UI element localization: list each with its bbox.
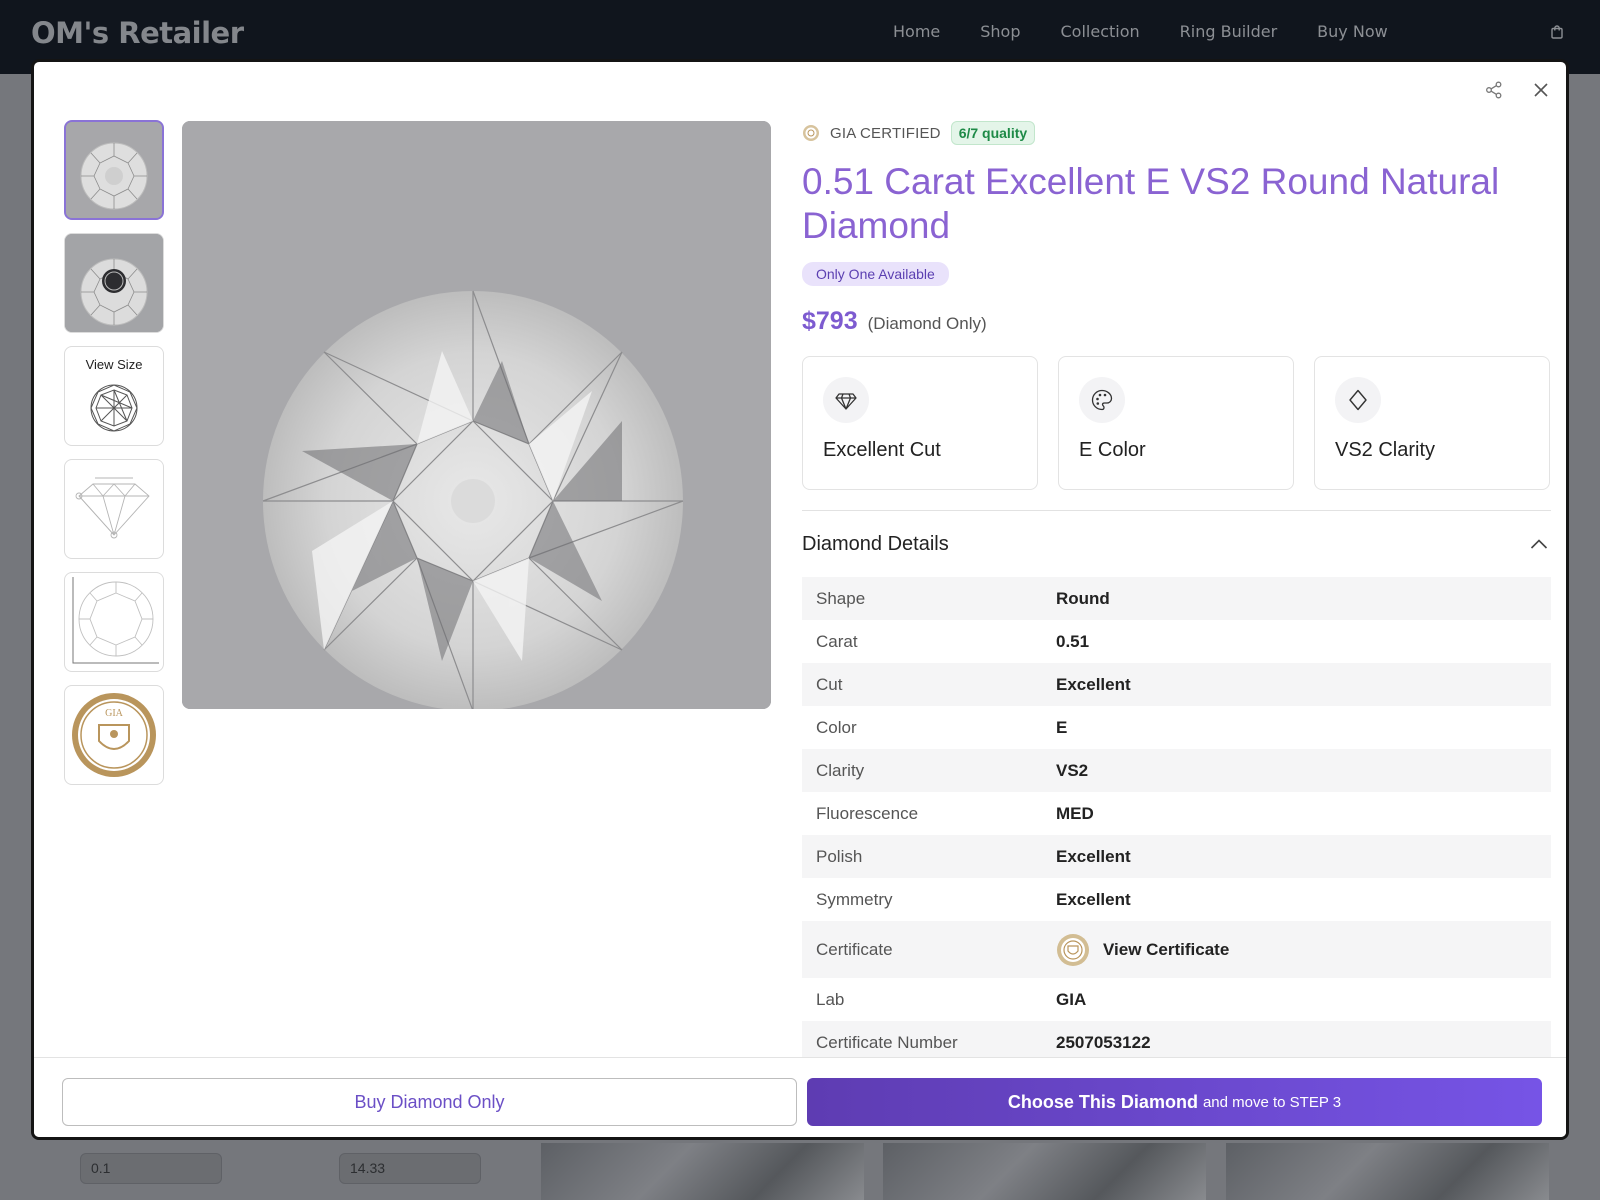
row-value: Round [1056,588,1110,608]
certificate-seal-icon [1057,933,1089,966]
price-note: (Diamond Only) [867,314,987,333]
spec-card-clarity: VS2 Clarity [1314,356,1550,490]
choose-diamond-button[interactable]: Choose This Diamond and move to STEP 3 [807,1078,1542,1126]
thumbnail-gia-certificate[interactable]: GIA [64,685,164,785]
row-label: Shape [816,588,866,608]
certification-line: GIA CERTIFIED 6/7 quality [802,121,1551,145]
nav-home[interactable]: Home [893,22,940,41]
details-row-polish: Polish Excellent [802,835,1551,878]
row-value: 0.51 [1056,631,1090,651]
details-row-shape: Shape Round [802,577,1551,620]
diamond-side-profile-icon [75,477,150,539]
row-value: Excellent [1056,846,1131,866]
row-label: Cut [816,674,843,694]
row-value: MED [1056,803,1094,823]
thumbnail-diamond-360-video[interactable] [64,233,164,333]
background-max-input: 14.33 [339,1153,481,1184]
share-icon [1486,81,1502,99]
product-info-panel: GIA CERTIFIED 6/7 quality 0.51 Carat Exc… [802,121,1551,1064]
row-value: E [1056,717,1068,737]
nav-buy-now[interactable]: Buy Now [1317,22,1388,41]
diamond-icon [823,377,869,423]
diamond-detail-modal: View Size GIA GIA CERTIFIED 6/7 quality … [31,59,1569,1140]
row-label: Carat [816,631,858,651]
shopping-bag-icon[interactable] [1550,25,1564,39]
row-label: Clarity [816,760,865,780]
diamond-details-title: Diamond Details [802,532,949,555]
background-diamond-tile [541,1143,864,1200]
rhombus-icon [1335,377,1381,423]
thumbnail-top-view[interactable] [64,572,164,672]
buy-diamond-only-button[interactable]: Buy Diamond Only [62,1078,797,1126]
share-button[interactable] [1480,76,1508,104]
details-row-carat: Carat 0.51 [802,620,1551,663]
background-diamond-tile [883,1143,1206,1200]
spec-clarity-label: VS2 Clarity [1335,439,1436,461]
row-value: Excellent [1056,889,1131,909]
round-diamond-outline-icon [90,384,138,432]
row-value: 2507053122 [1056,1032,1151,1052]
close-icon [1534,83,1548,97]
row-label: Symmetry [816,889,893,909]
palette-icon [1079,377,1125,423]
chevron-up-icon [1530,539,1548,549]
row-label: Fluorescence [816,803,919,823]
details-row-fluorescence: Fluorescence MED [802,792,1551,835]
close-button[interactable] [1527,76,1555,104]
view-size-label: View Size [85,357,143,372]
nav-ring-builder[interactable]: Ring Builder [1180,22,1278,41]
background-min-input: 0.1 [80,1153,222,1184]
nav-collection[interactable]: Collection [1061,22,1140,41]
details-row-certificate: Certificate View Certificate [802,921,1551,978]
diamond-top-view-icon [72,577,159,664]
details-row-cut: Cut Excellent [802,663,1551,706]
row-label: Color [816,717,857,737]
spec-cards: Excellent Cut E Color VS2 Clarity [802,356,1551,490]
row-value: Excellent [1056,674,1131,694]
price-row: $793 (Diamond Only) [802,307,1551,336]
choose-diamond-sublabel: and move to STEP 3 [1202,1093,1342,1111]
spec-card-cut: Excellent Cut [802,356,1038,490]
details-row-lab: Lab GIA [802,978,1551,1021]
spec-color-label: E Color [1079,439,1146,461]
thumbnail-view-size[interactable]: View Size [64,346,164,446]
background-diamond-tile [1226,1143,1549,1200]
diamond-photo-thumbnail-icon [66,122,162,218]
details-row-clarity: Clarity VS2 [802,749,1551,792]
details-row-color: Color E [802,706,1551,749]
main-nav: Home Shop Collection Ring Builder Buy No… [893,22,1388,41]
price: $793 [802,307,858,335]
spec-card-color: E Color [1058,356,1294,490]
row-label: Lab [816,989,845,1009]
row-label: Polish [816,846,863,866]
diamond-details-toggle[interactable]: Diamond Details [802,511,1551,577]
details-row-symmetry: Symmetry Excellent [802,878,1551,921]
brand-logo[interactable]: OM's Retailer [31,16,244,50]
gia-seal-text: GIA [105,708,124,719]
row-value: GIA [1056,989,1087,1009]
modal-footer: Buy Diamond Only Choose This Diamond and… [34,1057,1566,1137]
product-title: 0.51 Carat Excellent E VS2 Round Natural… [802,161,1500,246]
diamond-photo [182,121,771,709]
thumbnail-side-profile[interactable] [64,459,164,559]
diamond-360-thumbnail-icon [65,234,163,332]
gia-seal-small-icon [803,125,819,141]
view-certificate-link[interactable]: View Certificate [1103,940,1229,960]
main-diamond-image[interactable] [182,121,771,709]
quality-badge: 6/7 quality [950,121,1036,145]
gia-certified-label: GIA CERTIFIED [830,124,941,142]
gia-seal-icon: GIA [72,693,156,777]
spec-cut-label: Excellent Cut [823,439,941,461]
availability-badge: Only One Available [802,262,949,286]
row-label: Certificate [816,939,893,959]
row-value: VS2 [1056,760,1089,780]
row-label: Certificate Number [816,1032,958,1052]
choose-diamond-label: Choose This Diamond [1007,1091,1198,1112]
nav-shop[interactable]: Shop [980,22,1020,41]
thumbnail-diamond-photo[interactable] [64,120,164,220]
diamond-details-table: Shape Round Carat 0.51 Cut Excellent Color E… [802,577,1551,1064]
